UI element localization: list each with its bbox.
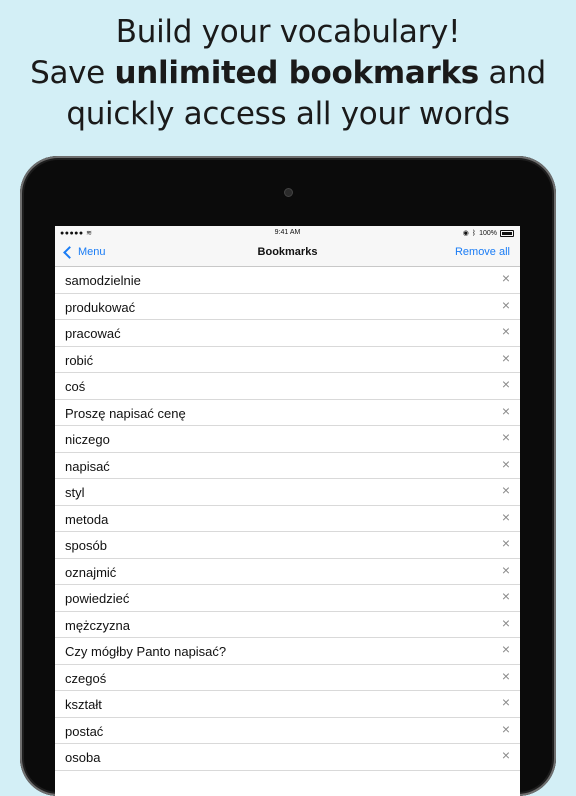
list-item[interactable]: postać × <box>55 718 520 744</box>
page-title: Bookmarks <box>257 246 318 258</box>
list-item[interactable]: samodzielnie × <box>55 267 520 294</box>
delete-icon[interactable]: × <box>500 324 512 338</box>
bookmark-word: pracować <box>65 326 121 341</box>
bookmark-word: Czy mógłby Panto napisać? <box>65 644 227 659</box>
delete-icon[interactable]: × <box>500 377 512 391</box>
headline-emphasis: unlimited bookmarks <box>114 55 480 91</box>
bookmark-word: styl <box>65 485 85 500</box>
bookmark-word: czegoś <box>65 670 107 686</box>
list-item[interactable]: styl × <box>55 479 520 506</box>
list-item[interactable]: czegoś × <box>55 665 520 691</box>
delete-icon[interactable]: × <box>500 404 512 418</box>
navigation-bar: Menu Bookmarks Remove all <box>55 240 520 267</box>
bookmark-list: samodzielnie × produkować × pracować × robić × c… <box>55 267 520 771</box>
delete-icon[interactable]: × <box>500 695 512 709</box>
status-bar: ●●●●● ≋ 9:41 AM ◉ ᛒ 100% <box>55 226 520 240</box>
delete-icon[interactable]: × <box>500 457 512 471</box>
bookmark-word: napisać <box>65 458 110 474</box>
list-item[interactable]: mężczyzna × <box>55 612 520 638</box>
delete-icon[interactable]: × <box>500 536 512 550</box>
bookmark-word: robić <box>65 352 94 368</box>
delete-icon[interactable]: × <box>500 616 512 630</box>
bookmark-word: produkować <box>65 299 136 315</box>
list-item[interactable]: kształt × <box>55 691 520 718</box>
delete-icon[interactable]: × <box>500 298 512 312</box>
list-item[interactable]: pracować × <box>55 320 520 347</box>
bookmark-word: Proszę napisać cenę <box>65 405 186 421</box>
delete-icon[interactable]: × <box>500 563 512 577</box>
headline-line-1: Build your vocabulary! <box>115 14 461 50</box>
list-item[interactable]: sposób × <box>55 532 520 559</box>
tablet-frame: ●●●●● ≋ 9:41 AM ◉ ᛒ 100% Menu Bookmarks … <box>20 156 556 796</box>
bookmark-word: oznajmić <box>65 564 117 580</box>
list-item[interactable]: Czy mógłby Panto napisać? × <box>55 638 520 665</box>
list-item[interactable]: coś × <box>55 373 520 400</box>
delete-icon[interactable]: × <box>500 669 512 683</box>
list-item[interactable]: metoda × <box>55 506 520 532</box>
list-item[interactable]: Proszę napisać cenę × <box>55 400 520 426</box>
bookmark-word: mężczyzna <box>65 617 131 633</box>
promo-headline: Build your vocabulary! Save unlimited bo… <box>0 12 576 135</box>
delete-icon[interactable]: × <box>500 271 512 285</box>
delete-icon[interactable]: × <box>500 642 512 656</box>
list-item[interactable]: produkować × <box>55 294 520 320</box>
list-item[interactable]: napisać × <box>55 453 520 479</box>
bookmark-word: metoda <box>65 511 109 527</box>
list-item[interactable]: powiedzieć × <box>55 585 520 612</box>
location-icon: ◉ <box>462 230 469 237</box>
bookmark-word: coś <box>65 379 86 394</box>
battery-percent: 100% <box>479 229 497 237</box>
list-item[interactable]: niczego × <box>55 426 520 453</box>
list-item[interactable]: robić × <box>55 347 520 373</box>
bluetooth-icon: ᛒ <box>471 229 477 237</box>
delete-icon[interactable]: × <box>500 589 512 603</box>
bookmark-word: niczego <box>65 432 110 447</box>
delete-icon[interactable]: × <box>500 748 512 762</box>
headline-line-3: quickly access all your words <box>66 96 510 132</box>
delete-icon[interactable]: × <box>500 483 512 497</box>
bookmark-word: osoba <box>65 750 101 765</box>
battery-icon <box>500 229 514 237</box>
remove-all-button[interactable]: Remove all <box>455 246 510 258</box>
delete-icon[interactable]: × <box>500 510 512 524</box>
list-item[interactable]: osoba × <box>55 744 520 771</box>
status-time: 9:41 AM <box>274 229 301 236</box>
status-right: ◉ ᛒ 100% <box>463 229 514 237</box>
delete-icon[interactable]: × <box>500 430 512 444</box>
device-screen: ●●●●● ≋ 9:41 AM ◉ ᛒ 100% Menu Bookmarks … <box>55 226 520 796</box>
bookmark-word: powiedzieć <box>65 591 130 606</box>
bookmark-word: postać <box>65 723 104 739</box>
bookmark-word: sposób <box>65 538 107 553</box>
headline-line-2: Save unlimited bookmarks and <box>30 55 546 91</box>
delete-icon[interactable]: × <box>500 351 512 365</box>
bookmark-word: kształt <box>65 697 102 712</box>
bookmark-word: samodzielnie <box>65 273 141 288</box>
delete-icon[interactable]: × <box>500 722 512 736</box>
camera-icon <box>284 188 293 197</box>
list-item[interactable]: oznajmić × <box>55 559 520 585</box>
